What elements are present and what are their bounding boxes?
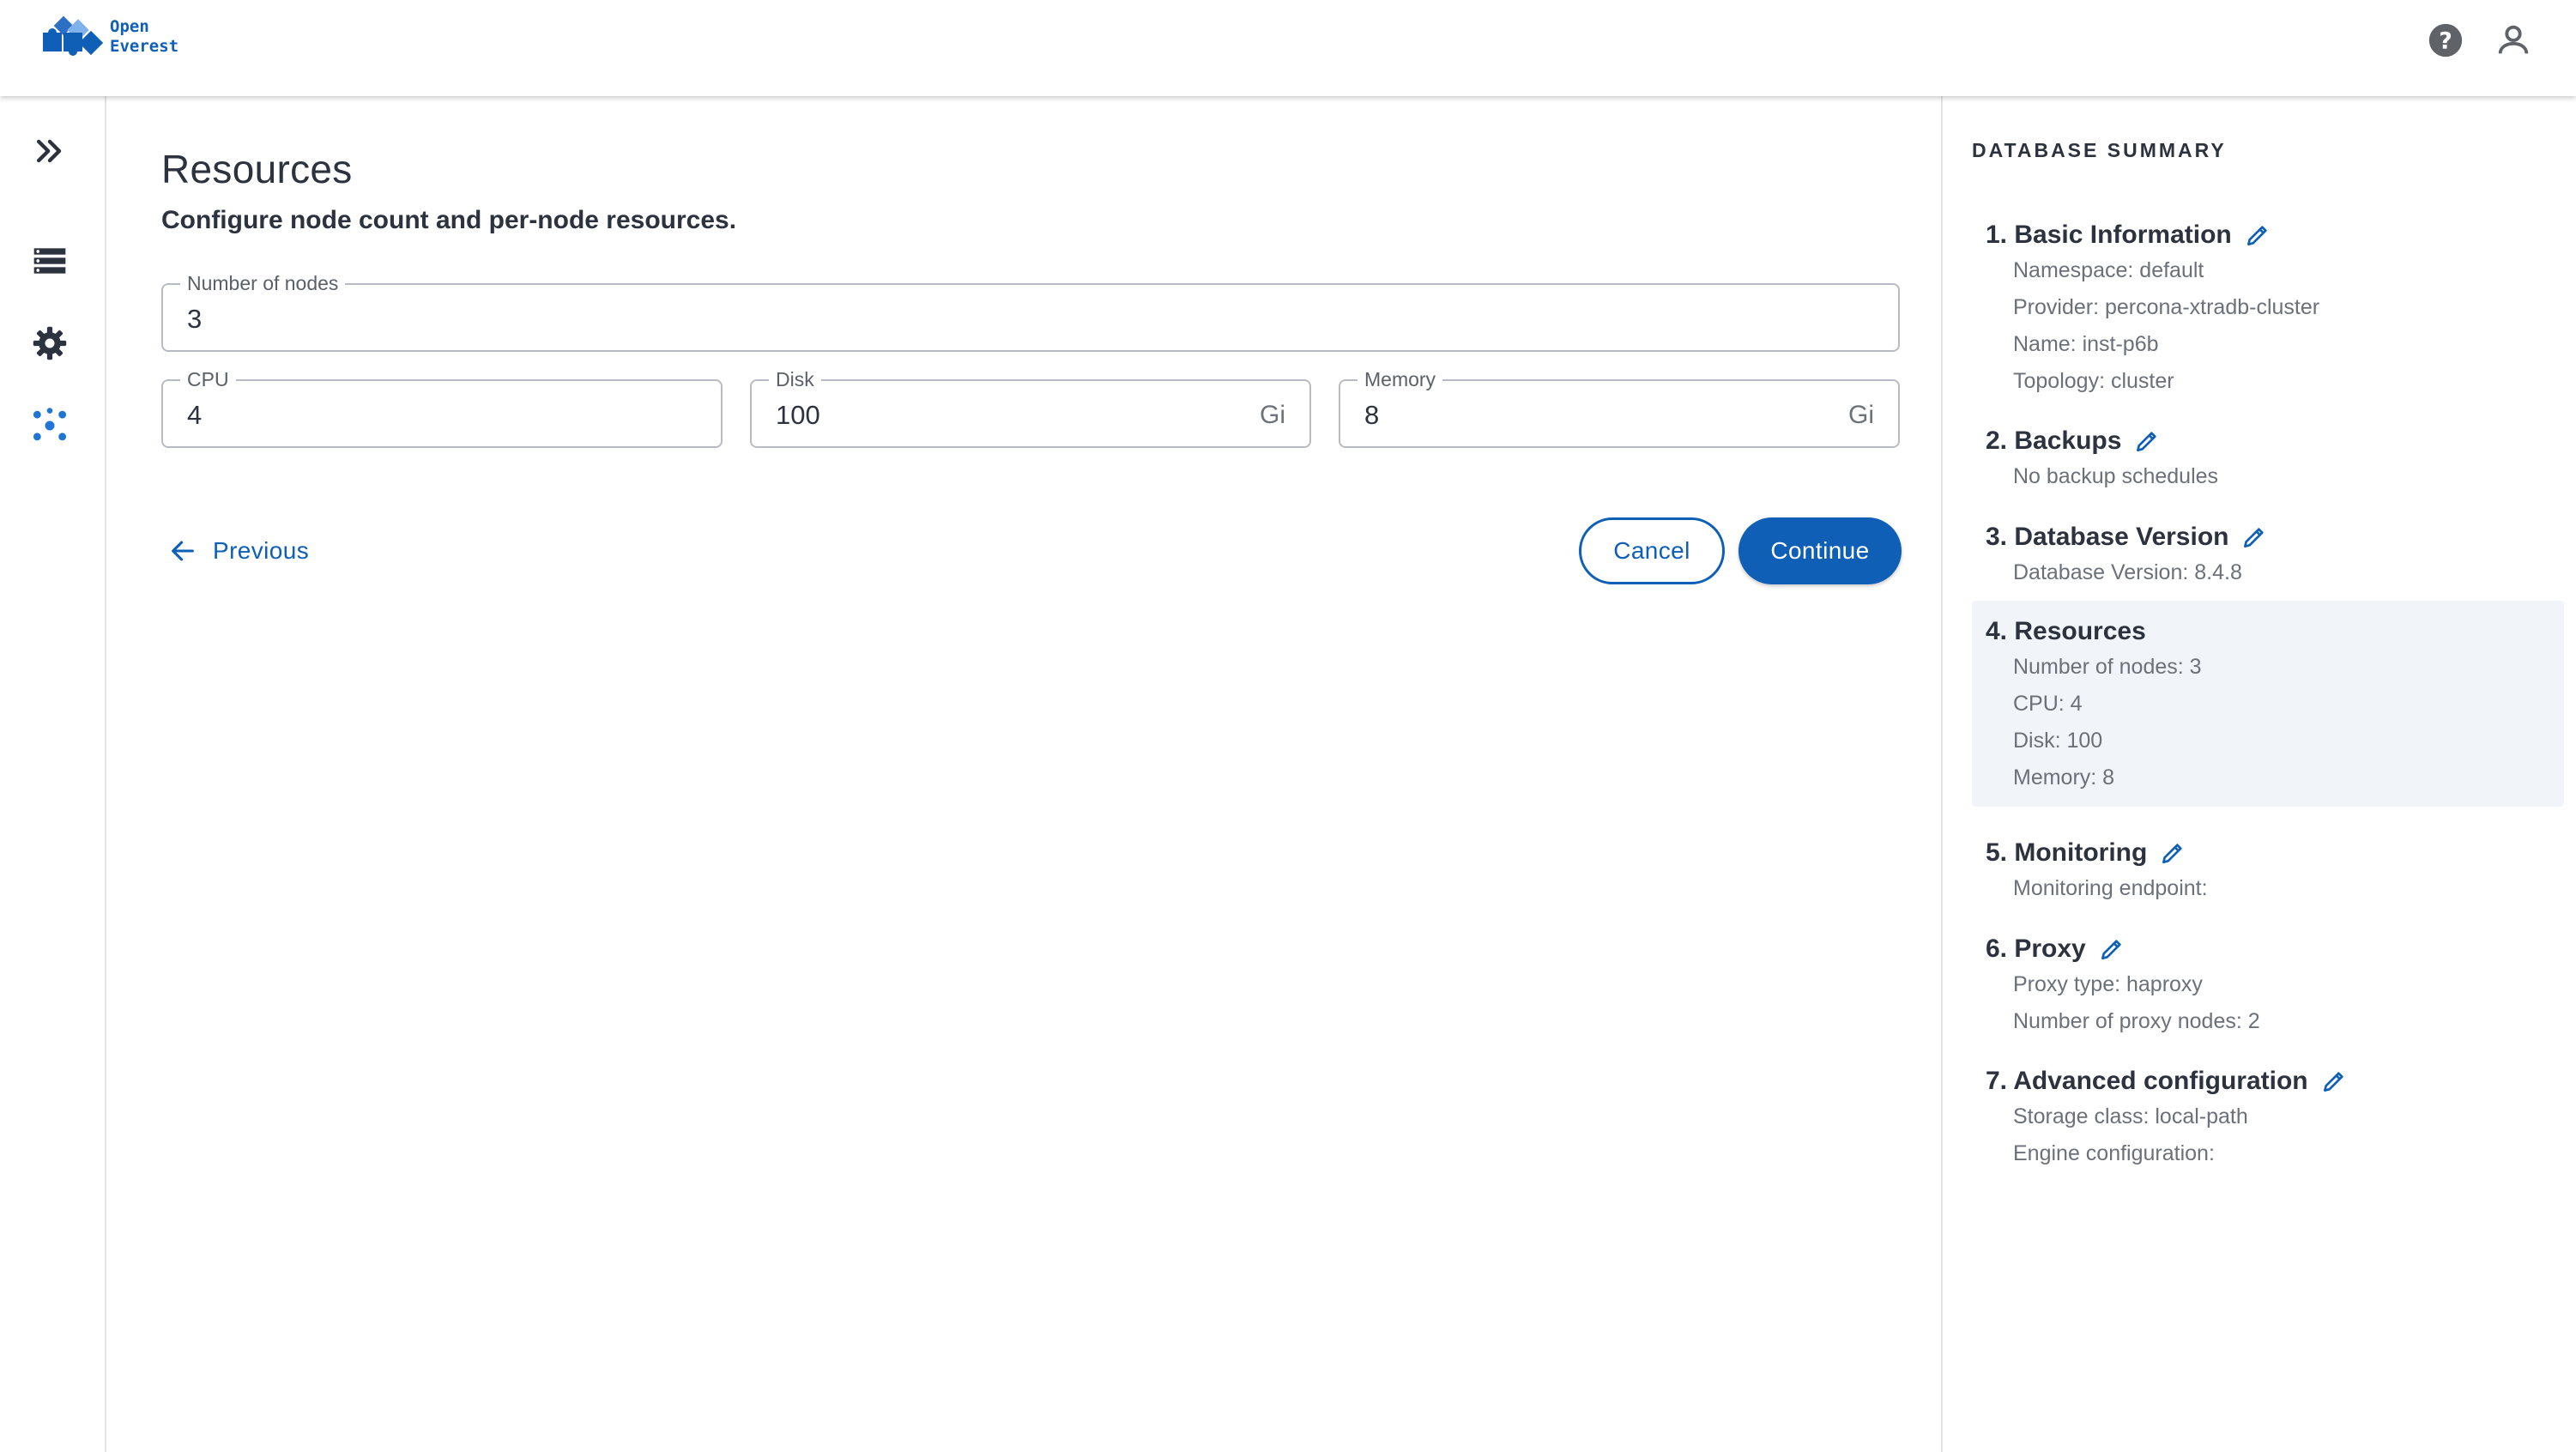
- disk-field[interactable]: Disk 100 Gi: [750, 367, 1311, 448]
- database-summary-panel: DATABASE SUMMARY 1. Basic Information Na…: [1941, 96, 2576, 1452]
- cpu-field[interactable]: CPU 4: [161, 367, 723, 448]
- disk-label: Disk: [769, 367, 821, 391]
- summary-item: Namespace: default: [2013, 258, 2204, 282]
- number-of-nodes-field[interactable]: Number of nodes 3: [161, 271, 1900, 352]
- summary-heading: DATABASE SUMMARY: [1972, 139, 2227, 161]
- brand-line-1: Open: [110, 17, 149, 36]
- section-title: 6. Proxy: [1986, 935, 2086, 963]
- number-of-nodes-label: Number of nodes: [180, 271, 346, 295]
- summary-item: Number of nodes: 3: [2013, 655, 2202, 679]
- summary-section-resources: 4. Resources Number of nodes: 3 CPU: 4 D…: [1972, 601, 2564, 807]
- cpu-value[interactable]: 4: [187, 400, 202, 431]
- arrow-left-icon: [172, 541, 194, 561]
- section-title: 3. Database Version: [1986, 523, 2229, 551]
- page-title: Resources: [161, 147, 353, 191]
- pencil-icon[interactable]: [2320, 1068, 2348, 1095]
- pencil-icon[interactable]: [2240, 523, 2268, 551]
- help-icon[interactable]: ?: [2426, 21, 2465, 60]
- summary-section-database-version: 3. Database Version Database Version: 8.…: [1972, 520, 2564, 591]
- summary-item: Engine configuration:: [2013, 1141, 2215, 1165]
- summary-item: Storage class: local-path: [2013, 1104, 2248, 1128]
- summary-item: Provider: percona-xtradb-cluster: [2013, 295, 2320, 319]
- brand-line-2: Everest: [110, 37, 179, 56]
- section-title: 5. Monitoring: [1986, 838, 2148, 867]
- memory-field[interactable]: Memory 8 Gi: [1339, 367, 1900, 448]
- summary-item: CPU: 4: [2013, 692, 2083, 716]
- previous-label: Previous: [213, 537, 310, 564]
- top-app-bar: Open Everest ?: [0, 0, 2576, 96]
- summary-item: Name: inst-p6b: [2013, 332, 2159, 356]
- section-title: 2. Backups: [1986, 427, 2122, 455]
- side-navigation: [0, 96, 106, 1452]
- summary-section-backups: 2. Backups No backup schedules: [1972, 424, 2564, 495]
- memory-unit: Gi: [1848, 401, 1874, 429]
- section-title: 4. Resources: [1986, 617, 2146, 645]
- database-list-icon[interactable]: [31, 242, 69, 280]
- expand-icon[interactable]: [31, 132, 69, 170]
- summary-item: Database Version: 8.4.8: [2013, 560, 2242, 584]
- section-title: 1. Basic Information: [1986, 221, 2232, 249]
- summary-item: Monitoring endpoint:: [2013, 876, 2208, 900]
- cancel-button[interactable]: Cancel: [1579, 517, 1725, 584]
- summary-item: Proxy type: haproxy: [2013, 972, 2203, 996]
- pencil-icon[interactable]: [2098, 935, 2126, 963]
- svg-text:?: ?: [2439, 28, 2452, 55]
- brand-name[interactable]: Open Everest: [110, 17, 178, 57]
- memory-value[interactable]: 8: [1364, 400, 1379, 431]
- summary-section-monitoring: 5. Monitoring Monitoring endpoint:: [1972, 836, 2564, 907]
- page-subtitle: Configure node count and per-node resour…: [161, 206, 737, 234]
- summary-item: Topology: cluster: [2013, 369, 2174, 393]
- account-icon[interactable]: [2494, 21, 2533, 60]
- nodes-icon[interactable]: [31, 407, 69, 445]
- cpu-label: CPU: [180, 367, 236, 391]
- number-of-nodes-value[interactable]: 3: [187, 304, 202, 335]
- continue-button[interactable]: Continue: [1738, 517, 1902, 584]
- summary-item: Memory: 8: [2013, 765, 2115, 790]
- disk-value[interactable]: 100: [776, 400, 820, 431]
- pencil-icon[interactable]: [2244, 221, 2271, 249]
- pencil-icon[interactable]: [2133, 427, 2161, 455]
- summary-section-basic-information: 1. Basic Information Namespace: default …: [1972, 218, 2564, 400]
- open-everest-logo-icon[interactable]: [39, 14, 108, 60]
- summary-section-advanced-configuration: 7. Advanced configuration Storage class:…: [1972, 1064, 2564, 1172]
- summary-item: Disk: 100: [2013, 729, 2103, 753]
- gear-icon[interactable]: [31, 324, 69, 362]
- summary-item: Number of proxy nodes: 2: [2013, 1009, 2260, 1033]
- pencil-icon[interactable]: [2159, 839, 2186, 867]
- section-title: 7. Advanced configuration: [1986, 1067, 2308, 1095]
- summary-section-proxy: 6. Proxy Proxy type: haproxy Number of p…: [1972, 932, 2564, 1040]
- previous-button[interactable]: Previous: [168, 525, 309, 577]
- summary-item: No backup schedules: [2013, 464, 2219, 488]
- disk-unit: Gi: [1260, 401, 1285, 429]
- memory-label: Memory: [1358, 367, 1443, 391]
